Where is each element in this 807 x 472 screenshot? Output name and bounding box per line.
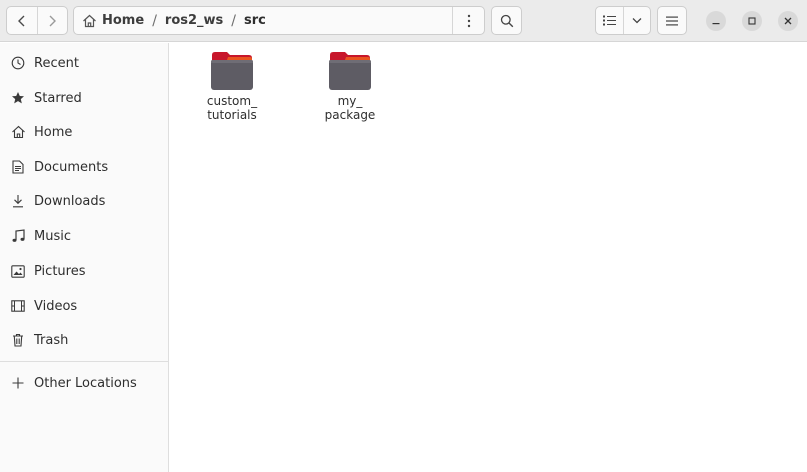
- sidebar-item-trash[interactable]: Trash: [0, 324, 169, 356]
- vertical-dots-icon: [467, 14, 470, 27]
- file-view: custom_ tutorials my_ package: [170, 43, 807, 472]
- sidebar-item-pictures[interactable]: Pictures: [0, 255, 169, 287]
- view-options-dropdown[interactable]: [622, 7, 651, 34]
- folder-item-my-package[interactable]: my_ package: [308, 51, 392, 122]
- close-button[interactable]: [778, 11, 798, 31]
- view-toggle-group: [595, 6, 651, 35]
- sidebar-item-home[interactable]: Home: [0, 116, 169, 148]
- folder-name: custom_ tutorials: [207, 94, 257, 122]
- folder-icon: [328, 51, 372, 91]
- home-icon: [83, 14, 96, 27]
- sidebar-item-other-locations[interactable]: Other Locations: [0, 367, 169, 399]
- list-view-button[interactable]: [596, 7, 623, 34]
- main-menu-button[interactable]: [657, 6, 687, 35]
- plus-icon: [10, 375, 26, 391]
- download-icon: [10, 193, 26, 209]
- sidebar-item-label: Home: [34, 124, 73, 140]
- sidebar-item-label: Pictures: [34, 263, 86, 279]
- forward-button[interactable]: [36, 7, 68, 34]
- sidebar-item-music[interactable]: Music: [0, 220, 169, 252]
- sidebar-item-label: Other Locations: [34, 375, 137, 391]
- search-icon: [500, 14, 513, 27]
- star-icon: [10, 90, 26, 106]
- folder-name-line: package: [324, 108, 376, 122]
- breadcrumb-home[interactable]: Home: [74, 7, 150, 34]
- close-icon: [784, 17, 792, 25]
- maximize-icon: [748, 17, 756, 25]
- video-icon: [10, 298, 26, 314]
- sidebar-item-downloads[interactable]: Downloads: [0, 185, 169, 217]
- breadcrumb-ros2-ws[interactable]: ros2_ws: [159, 7, 229, 34]
- path-bar: Home / ros2_ws / src: [73, 6, 485, 35]
- sidebar-divider: [0, 361, 169, 362]
- trash-icon: [10, 332, 26, 348]
- folder-item-custom-tutorials[interactable]: custom_ tutorials: [190, 51, 274, 122]
- back-button[interactable]: [7, 7, 37, 34]
- folder-name-line: tutorials: [207, 108, 257, 122]
- folder-icon: [210, 51, 254, 91]
- breadcrumb-label: Home: [102, 13, 145, 28]
- sidebar-item-label: Documents: [34, 159, 109, 175]
- breadcrumb-label: src: [244, 13, 266, 28]
- maximize-button[interactable]: [742, 11, 762, 31]
- sidebar: Recent Starred Home Documents Downloads …: [0, 43, 169, 472]
- sidebar-item-label: Trash: [34, 332, 69, 348]
- sidebar-item-label: Music: [34, 228, 71, 244]
- sidebar-item-starred[interactable]: Starred: [0, 82, 169, 114]
- breadcrumb-src[interactable]: src: [238, 7, 272, 34]
- recent-icon: [10, 55, 26, 71]
- chevron-down-icon: [632, 18, 642, 24]
- minimize-button[interactable]: [706, 11, 726, 31]
- home-icon: [10, 124, 26, 140]
- folder-name-line: my_: [337, 94, 363, 108]
- chevron-right-icon: [49, 15, 57, 26]
- sidebar-item-videos[interactable]: Videos: [0, 290, 169, 322]
- path-options-button[interactable]: [452, 7, 484, 34]
- header-bar: Home / ros2_ws / src: [0, 0, 807, 42]
- breadcrumb-separator: /: [231, 12, 236, 29]
- navigation-buttons: [6, 6, 68, 35]
- sidebar-item-label: Downloads: [34, 193, 106, 209]
- sidebar-item-label: Videos: [34, 298, 78, 314]
- breadcrumb-separator: /: [152, 12, 157, 29]
- chevron-left-icon: [17, 15, 25, 26]
- search-button[interactable]: [491, 6, 522, 35]
- folder-name-line: custom_: [206, 94, 258, 108]
- sidebar-item-recent[interactable]: Recent: [0, 47, 169, 79]
- document-icon: [10, 159, 26, 175]
- music-icon: [10, 228, 26, 244]
- breadcrumb-label: ros2_ws: [164, 13, 224, 28]
- picture-icon: [10, 263, 26, 279]
- list-view-icon: [602, 15, 616, 26]
- sidebar-item-label: Recent: [34, 55, 79, 71]
- sidebar-item-documents[interactable]: Documents: [0, 151, 169, 183]
- folder-name: my_ package: [325, 94, 376, 122]
- hamburger-icon: [666, 16, 678, 25]
- minimize-icon: [712, 23, 720, 25]
- sidebar-item-label: Starred: [34, 90, 82, 106]
